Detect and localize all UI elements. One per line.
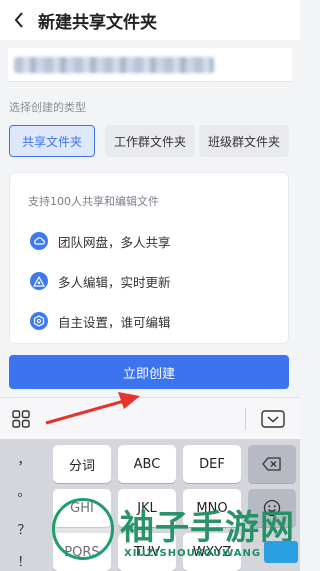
feature-text: 自主设置，谁可编辑 — [58, 314, 171, 330]
key-fenci[interactable]: 分词 — [53, 445, 111, 483]
card-description: 支持100人共享和编辑文件 — [28, 195, 159, 208]
cloud-icon — [30, 232, 48, 250]
punct-key-question[interactable]: ？ — [0, 519, 48, 538]
feature-text: 团队网盘，多人共享 — [58, 234, 171, 250]
create-now-button[interactable]: 立即创建 — [9, 355, 289, 389]
key-abc[interactable]: ABC — [118, 445, 176, 483]
feature-item: 自主设置，谁可编辑 — [30, 310, 171, 332]
feature-item: 多人编辑，实时更新 — [30, 270, 171, 292]
punct-key-comma[interactable]: ， — [0, 449, 48, 468]
back-button[interactable] — [0, 0, 38, 40]
keyboard-toolbar — [0, 397, 300, 439]
keyboard-hide-icon[interactable] — [261, 410, 285, 428]
type-section-label: 选择创建的类型 — [9, 101, 86, 114]
backspace-key[interactable] — [248, 445, 296, 483]
page-title: 新建共享文件夹 — [38, 12, 157, 33]
feature-card: 支持100人共享和编辑文件 团队网盘，多人共享 多人编辑，实时更新 自主设置，谁… — [9, 172, 289, 344]
punct-key-exclaim[interactable]: ！ — [0, 551, 48, 570]
chevron-left-icon — [14, 12, 23, 28]
watermark-logo — [52, 498, 114, 560]
punct-key-period[interactable]: 。 — [0, 481, 48, 500]
watermark-subtitle: XIUZISHOUYOUWANG — [124, 548, 262, 559]
type-work-group-folder-button[interactable]: 工作群文件夹 — [105, 125, 195, 157]
folder-name-input[interactable] — [8, 48, 292, 82]
watermark-badge — [264, 541, 298, 563]
feature-text: 多人编辑，实时更新 — [58, 274, 171, 290]
blurred-folder-name — [14, 56, 214, 73]
backspace-icon — [262, 457, 281, 471]
edit-triangle-icon — [30, 272, 48, 290]
type-shared-folder-button[interactable]: 共享文件夹 — [9, 125, 95, 157]
type-class-group-folder-button[interactable]: 班级群文件夹 — [199, 125, 289, 157]
type-options: 共享文件夹 工作群文件夹 班级群文件夹 — [9, 125, 289, 157]
feature-item: 团队网盘，多人共享 — [30, 230, 171, 252]
punctuation-column: ， 。 ？ ！ — [0, 439, 48, 571]
key-def[interactable]: DEF — [183, 445, 241, 483]
settings-hex-icon — [30, 312, 48, 330]
grid-menu-icon[interactable] — [12, 410, 30, 428]
toolbar-divider — [245, 408, 246, 430]
top-bar: 新建共享文件夹 — [0, 0, 300, 40]
